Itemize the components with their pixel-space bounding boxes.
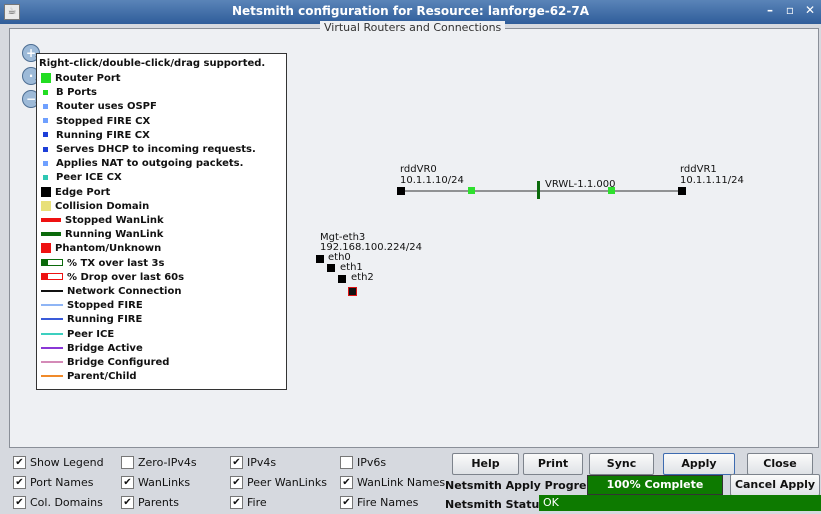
minimize-icon[interactable]: –	[763, 3, 777, 17]
progress-label: Netsmith Apply Progress:	[445, 479, 604, 492]
cancel-apply-button[interactable]: Cancel Apply	[730, 474, 820, 496]
sync-button[interactable]: Sync	[589, 453, 654, 475]
port-eth1-node[interactable]	[327, 264, 335, 272]
port-eth2-node[interactable]	[338, 275, 346, 283]
vr1-edge-port[interactable]	[678, 187, 686, 195]
fire-checkbox[interactable]: ✔ Fire	[230, 496, 267, 509]
col-domains-checkbox[interactable]: ✔ Col. Domains	[13, 496, 103, 509]
wanlink-bar	[537, 181, 540, 199]
checkbox-box[interactable]: ✔	[230, 476, 243, 489]
checkbox-box[interactable]: ✔	[13, 496, 26, 509]
checkbox-box[interactable]: ✔	[13, 476, 26, 489]
fire-names-checkbox[interactable]: ✔ Fire Names	[340, 496, 418, 509]
checkbox-box[interactable]: ✔	[121, 476, 134, 489]
port-names-checkbox[interactable]: ✔ Port Names	[13, 476, 94, 489]
parents-checkbox[interactable]: ✔ Parents	[121, 496, 179, 509]
show-legend-checkbox[interactable]: ✔ Show Legend	[13, 456, 104, 469]
close-icon[interactable]: ✕	[803, 3, 817, 17]
vr1-router-port[interactable]	[608, 187, 615, 194]
progress-bar: 100% Complete	[587, 475, 723, 495]
apply-button[interactable]: Apply	[663, 453, 735, 475]
checkbox-box[interactable]: ✔	[340, 476, 353, 489]
vr0-ip: 10.1.1.10/24	[400, 175, 464, 186]
vr0-router-port[interactable]	[468, 187, 475, 194]
port-phantom-node[interactable]	[348, 287, 357, 296]
port-eth2-label: eth2	[351, 272, 374, 283]
vr1-ip: 10.1.1.11/24	[680, 175, 744, 186]
topology-panel[interactable]: Virtual Routers and Connections + · − Ri…	[9, 21, 819, 448]
vr0-name[interactable]: rddVR0	[400, 164, 437, 175]
control-bar: ✔ Show Legend Zero-IPv4s ✔ IPv4s IPv6s ✔ Po…	[9, 450, 821, 512]
status-field: OK	[539, 495, 821, 511]
topology-links	[401, 181, 682, 199]
progress-text: 100% Complete	[606, 478, 704, 491]
checkbox-box[interactable]	[340, 456, 353, 469]
vr0-edge-port[interactable]	[397, 187, 405, 195]
peer-wanlinks-checkbox[interactable]: ✔ Peer WanLinks	[230, 476, 327, 489]
checkbox-box[interactable]: ✔	[230, 456, 243, 469]
checkbox-box[interactable]	[121, 456, 134, 469]
maximize-icon[interactable]: ▫	[783, 3, 797, 17]
vr1-name[interactable]: rddVR1	[680, 164, 717, 175]
checkbox-box[interactable]: ✔	[13, 456, 26, 469]
ipv4s-checkbox[interactable]: ✔ IPv4s	[230, 456, 276, 469]
close-button[interactable]: Close	[747, 453, 813, 475]
wanlink-name[interactable]: VRWL-1.1.000	[545, 179, 615, 190]
ipv6s-checkbox[interactable]: IPv6s	[340, 456, 386, 469]
port-eth0-node[interactable]	[316, 255, 324, 263]
checkbox-box[interactable]: ✔	[230, 496, 243, 509]
status-label: Netsmith Status:	[445, 498, 551, 511]
zero-ipv4s-checkbox[interactable]: Zero-IPv4s	[121, 456, 197, 469]
print-button[interactable]: Print	[523, 453, 583, 475]
checkbox-box[interactable]: ✔	[340, 496, 353, 509]
window-title: Netsmith configuration for Resource: lan…	[231, 4, 590, 18]
wanlink-names-checkbox[interactable]: ✔ WanLink Names	[340, 476, 445, 489]
checkbox-box[interactable]: ✔	[121, 496, 134, 509]
status-text: OK	[543, 496, 559, 509]
help-button[interactable]: Help	[452, 453, 519, 475]
wanlinks-checkbox[interactable]: ✔ WanLinks	[121, 476, 190, 489]
